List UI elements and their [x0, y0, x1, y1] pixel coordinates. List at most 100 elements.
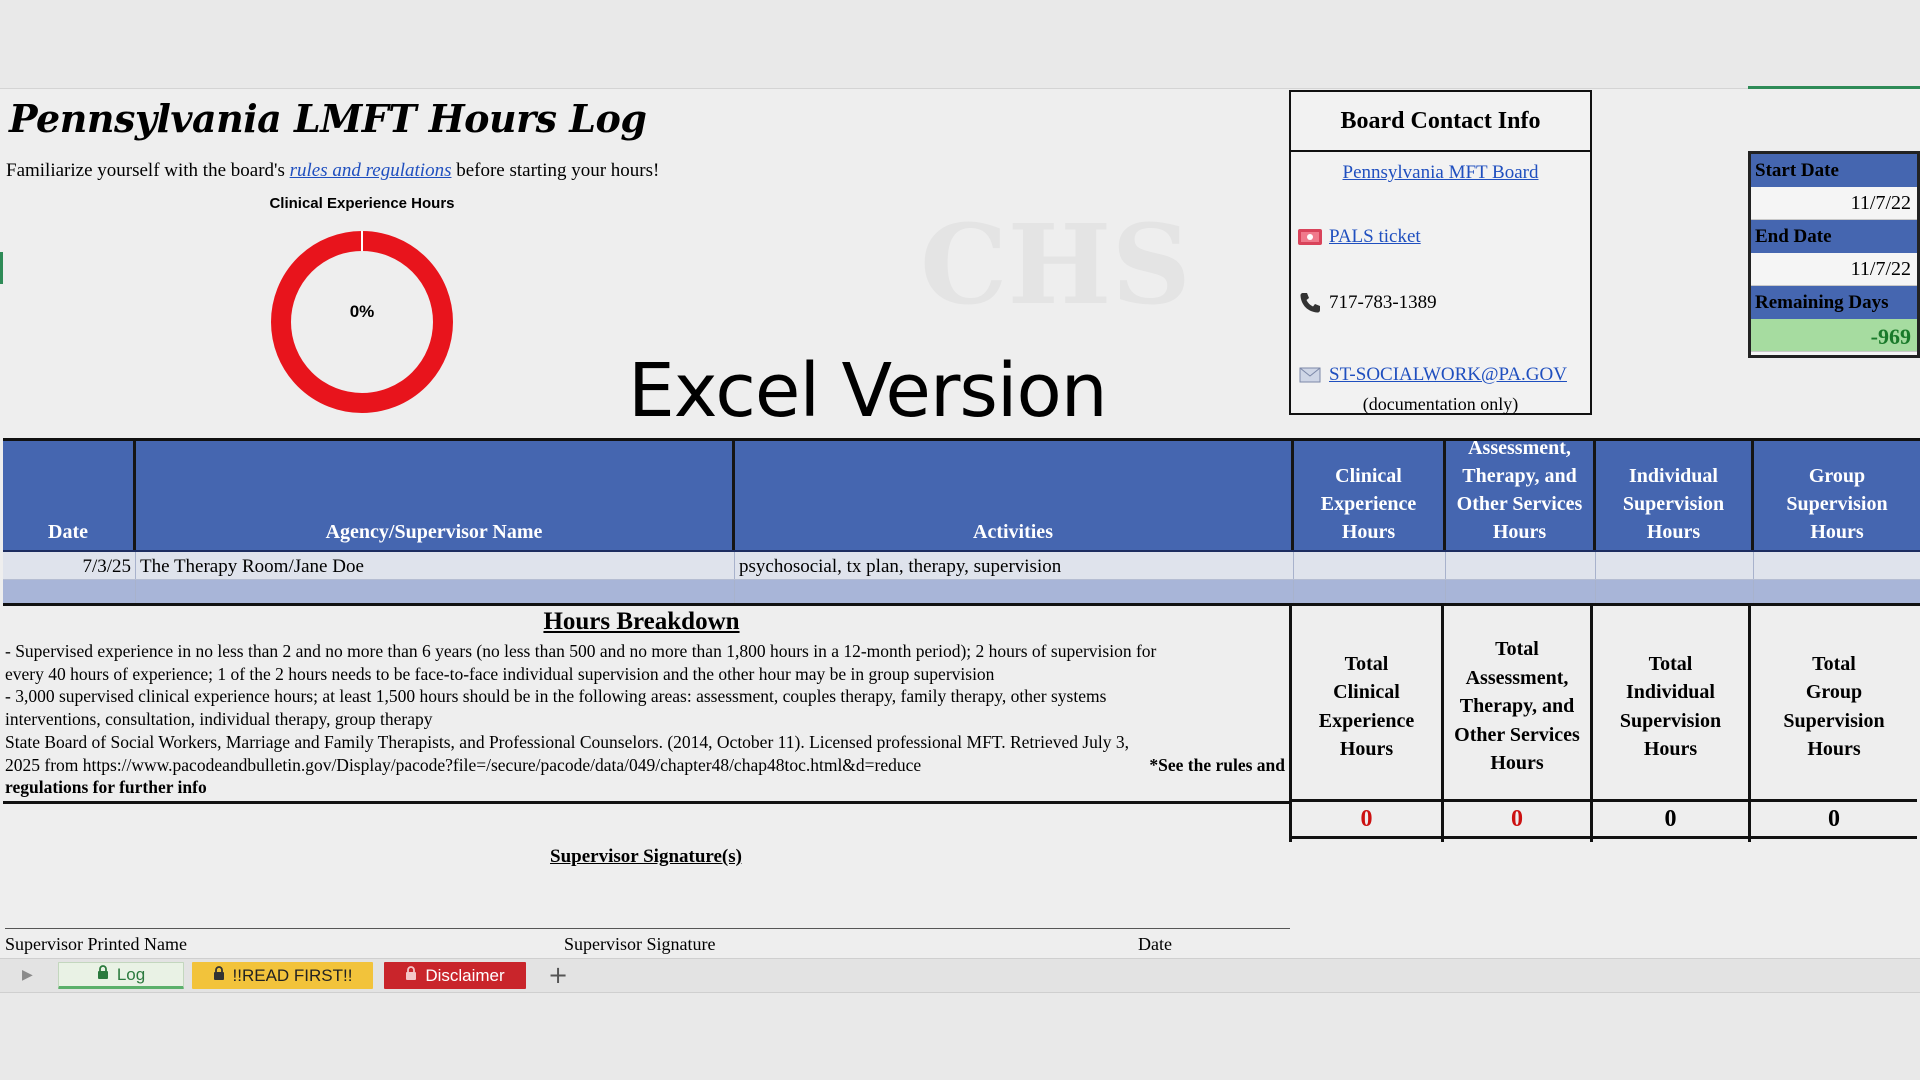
header-individual-line: Individual: [1629, 465, 1718, 487]
row-accent: [0, 252, 3, 284]
breakdown-citation-url: 2025 from https://www.pacodeandbulletin.…: [5, 754, 922, 775]
header-group-line: Group: [1808, 465, 1866, 487]
cell-assessment[interactable]: [1446, 580, 1596, 603]
phone-number: 717-783-1389: [1329, 292, 1437, 313]
header-individual-line: Hours: [1646, 521, 1701, 543]
total-individual-line: Individual: [1626, 681, 1715, 703]
tab-read-first-label: !!READ FIRST!!: [232, 965, 353, 985]
cell-activities[interactable]: psychosocial, tx plan, therapy, supervis…: [735, 552, 1294, 579]
start-date-value[interactable]: 11/7/22: [1751, 187, 1917, 220]
header-date[interactable]: Date: [3, 441, 136, 550]
phone-icon: [1297, 292, 1323, 314]
header-agency[interactable]: Agency/Supervisor Name: [136, 441, 735, 550]
donut-chart: [271, 231, 453, 413]
header-group-line: Supervision: [1786, 493, 1888, 515]
email-link[interactable]: ST-SOCIALWORK@PA.GOV: [1329, 364, 1567, 386]
cell-group[interactable]: [1754, 552, 1920, 579]
total-individual-value[interactable]: 0: [1593, 802, 1748, 839]
lock-icon: [97, 964, 109, 985]
cell-group[interactable]: [1754, 580, 1920, 603]
rules-link[interactable]: rules and regulations: [290, 160, 452, 181]
breakdown-line-with-note: 2025 from https://www.pacodeandbulletin.…: [5, 754, 1285, 777]
header-assessment-line: Other Services: [1456, 493, 1583, 515]
total-assessment-value[interactable]: 0: [1444, 802, 1590, 839]
tab-disclaimer[interactable]: Disclaimer: [384, 962, 526, 989]
cell-clinical[interactable]: [1294, 552, 1446, 579]
pals-ticket-link[interactable]: PALS ticket: [1329, 226, 1421, 248]
total-individual-label: Total Individual Supervision Hours: [1593, 606, 1748, 802]
remaining-days-label: Remaining Days: [1751, 286, 1917, 319]
hours-breakdown-text: - Supervised experience in no less than …: [5, 640, 1285, 799]
tab-log-label: Log: [116, 964, 146, 984]
total-clinical-column: Total Clinical Experience Hours 0: [1292, 606, 1444, 842]
watermark-logo: CHS: [920, 200, 1191, 329]
scroll-tabs-right-icon[interactable]: ▶: [22, 967, 33, 983]
totals-area: Total Clinical Experience Hours 0 Total …: [1289, 606, 1920, 842]
total-assessment-label: Total Assessment, Therapy, and Other Ser…: [1444, 606, 1590, 802]
total-assessment-line: Therapy, and: [1459, 695, 1575, 718]
cell-individual[interactable]: [1596, 552, 1754, 579]
total-clinical-line: Clinical: [1333, 681, 1400, 703]
pals-ticket-row[interactable]: PALS ticket: [1297, 226, 1421, 248]
header-individual[interactable]: Individual Supervision Hours: [1596, 441, 1754, 550]
signature-line: [5, 928, 1290, 929]
total-assessment-line: Hours: [1490, 752, 1544, 775]
total-assessment-line: Assessment,: [1465, 666, 1569, 689]
email-icon: [1297, 364, 1323, 386]
total-individual-column: Total Individual Supervision Hours 0: [1593, 606, 1751, 842]
breakdown-line: - Supervised experience in no less than …: [5, 641, 1157, 661]
total-clinical-line: Total: [1344, 652, 1389, 675]
tab-read-first[interactable]: !!READ FIRST!!: [192, 962, 373, 989]
cell-agency[interactable]: The Therapy Room/Jane Doe: [136, 552, 735, 579]
header-clinical[interactable]: Clinical Experience Hours: [1294, 441, 1446, 550]
header-assessment[interactable]: Assessment, Therapy, and Other Services …: [1446, 437, 1596, 550]
dates-box: Start Date 11/7/22 End Date 11/7/22 Rema…: [1748, 151, 1920, 358]
total-group-value[interactable]: 0: [1751, 802, 1917, 839]
header-clinical-line: Hours: [1341, 521, 1396, 543]
header-group-line: Hours: [1810, 521, 1864, 543]
supervisor-printed-name-label: Supervisor Printed Name: [5, 934, 187, 954]
total-clinical-line: Experience: [1318, 709, 1415, 732]
cell-clinical[interactable]: [1294, 580, 1446, 603]
table-row: [3, 580, 1920, 606]
total-clinical-value[interactable]: 0: [1292, 802, 1441, 839]
email-note: (documentation only): [1362, 394, 1519, 414]
breakdown-line: - 3,000 supervised clinical experience h…: [5, 686, 1107, 707]
lock-icon: [405, 965, 417, 986]
table-row: 7/3/25 The Therapy Room/Jane Doe psychos…: [3, 552, 1920, 580]
excel-version-text: Excel Version: [628, 348, 1108, 434]
board-website-link[interactable]: Pennsylvania MFT Board: [1291, 162, 1590, 184]
end-date-value[interactable]: 11/7/22: [1751, 253, 1917, 286]
header-activities[interactable]: Activities: [735, 441, 1294, 550]
remaining-days-value[interactable]: -969: [1751, 319, 1917, 352]
cell-agency[interactable]: [136, 580, 735, 603]
page-title: Pennsylvania LMFT Hours Log: [9, 96, 647, 141]
header-group[interactable]: Group Supervision Hours: [1754, 441, 1920, 550]
lock-icon: [213, 965, 225, 986]
total-group-line: Supervision: [1783, 709, 1885, 732]
sheet-tabs-bar: ▶ Log !!READ FIRST!! Disclaimer +: [0, 958, 1920, 993]
cell-individual[interactable]: [1596, 580, 1754, 603]
email-row[interactable]: ST-SOCIALWORK@PA.GOV: [1297, 364, 1567, 386]
cell-activities[interactable]: [735, 580, 1294, 603]
header-assessment-line: Assessment,: [1468, 437, 1571, 459]
total-group-line: Group: [1805, 681, 1863, 703]
plus-icon[interactable]: +: [548, 961, 568, 989]
cell-date[interactable]: 7/3/25: [3, 552, 136, 579]
total-assessment-line: Other Services: [1454, 723, 1580, 746]
header-activities-label: Activities: [973, 521, 1053, 543]
breakdown-line: every 40 hours of experience; 1 of the 2…: [5, 663, 995, 684]
tab-log[interactable]: Log: [58, 962, 184, 989]
total-individual-line: Total: [1648, 652, 1693, 675]
total-individual-line: Hours: [1643, 738, 1698, 760]
cell-assessment[interactable]: [1446, 552, 1596, 579]
total-group-column: Total Group Supervision Hours 0: [1751, 606, 1917, 842]
ticket-icon: [1297, 226, 1323, 248]
total-group-line: Hours: [1807, 738, 1861, 760]
total-clinical-line: Hours: [1339, 738, 1394, 760]
breakdown-note-b: regulations for further info: [5, 777, 207, 798]
cell-date[interactable]: [3, 580, 136, 603]
supervisor-signature-title: Supervisor Signature(s): [550, 846, 742, 867]
header-clinical-line: Experience: [1320, 493, 1417, 515]
breakdown-divider: [3, 801, 1290, 804]
